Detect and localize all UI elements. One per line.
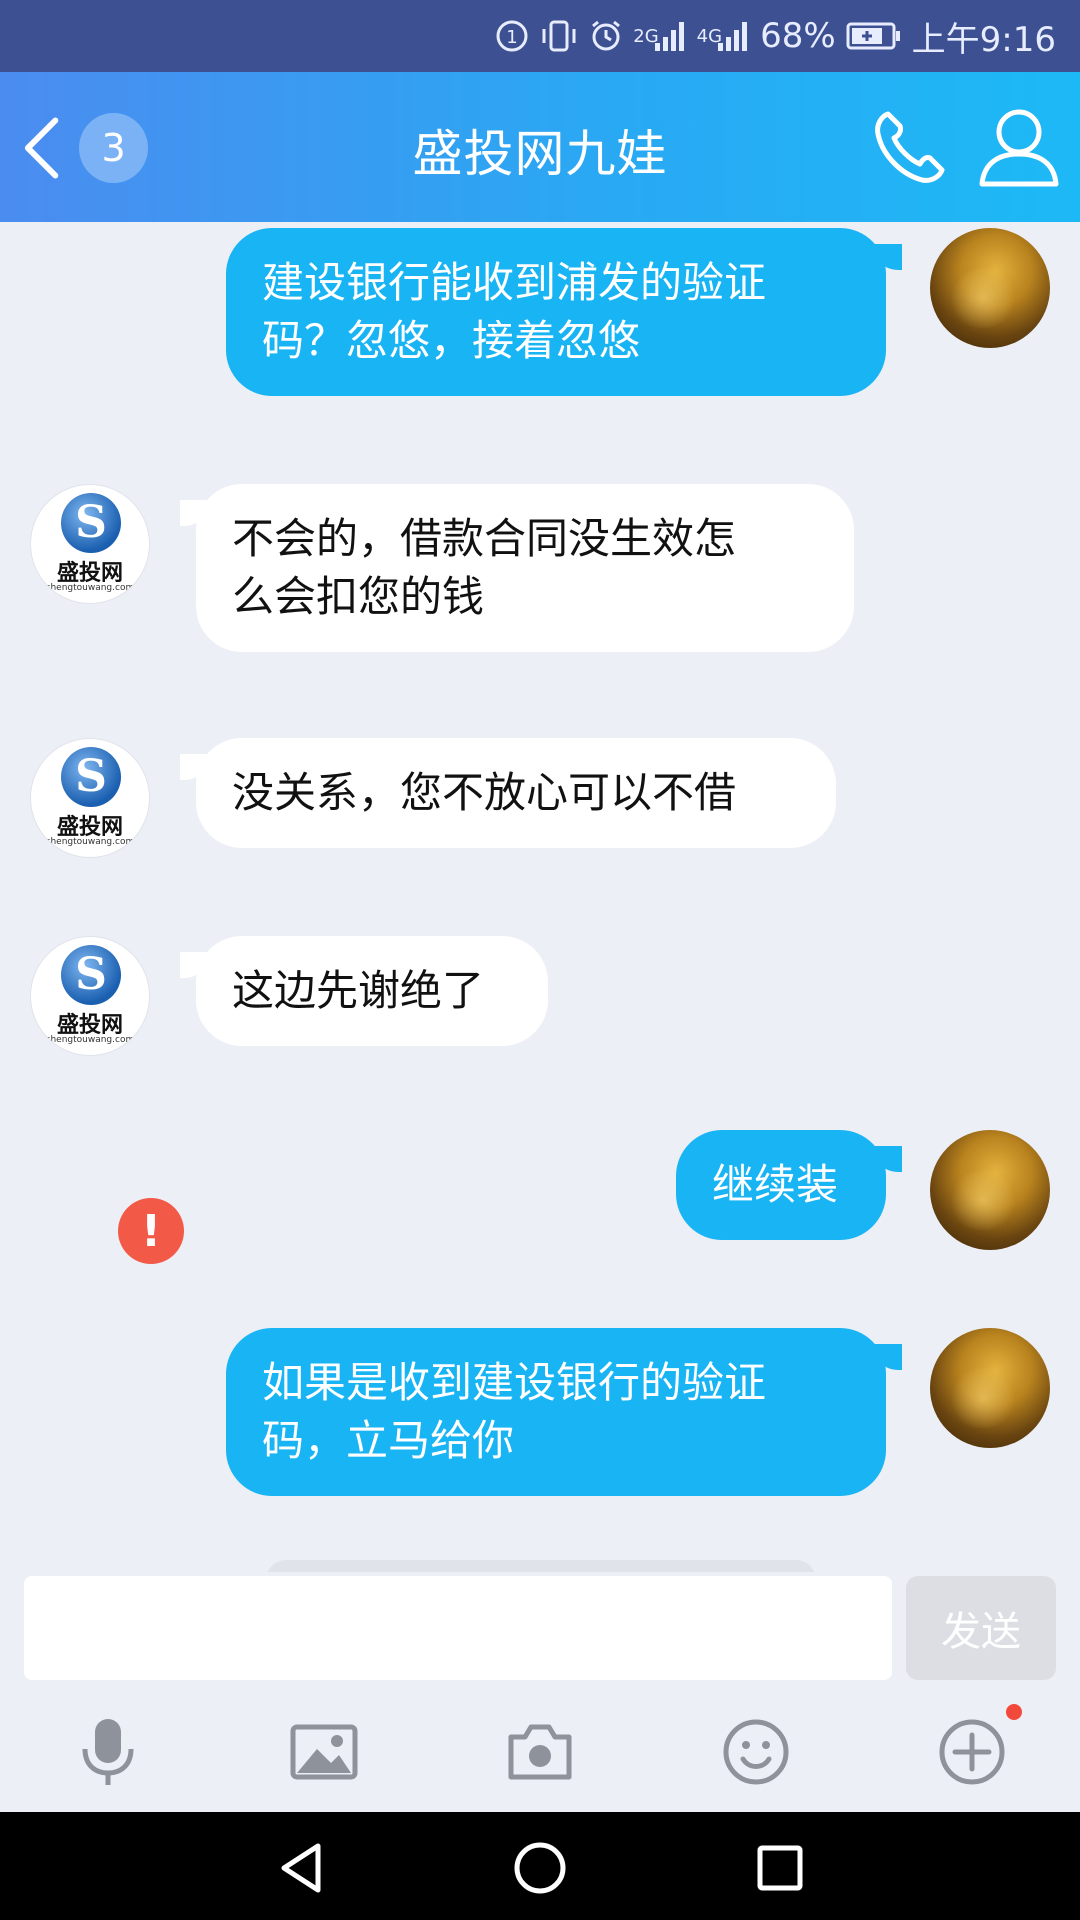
phone-icon xyxy=(875,111,945,183)
image-button[interactable] xyxy=(284,1712,364,1792)
message-bubble-incoming[interactable]: 没关系，您不放心可以不借 xyxy=(196,738,836,848)
alarm-icon xyxy=(589,19,623,53)
message-line: 没关系，您不放心可以不借 xyxy=(232,768,737,817)
contact-avatar[interactable]: 盛投网 shengtouwang.com xyxy=(30,484,150,604)
logo-s-icon xyxy=(61,493,121,553)
call-button[interactable] xyxy=(866,104,952,190)
message-bubble-outgoing[interactable]: 如果是收到建设银行的验证 码，立马给你 xyxy=(226,1328,886,1496)
vibrate-icon xyxy=(539,19,579,53)
battery-percent: 68% xyxy=(760,16,836,56)
logo-s-icon xyxy=(61,747,121,807)
clock-time: 上午9:16 xyxy=(911,19,1056,60)
partially-visible-bubble xyxy=(266,1560,816,1572)
send-button[interactable]: 发送 xyxy=(906,1576,1056,1680)
message-line: 码，立马给你 xyxy=(262,1416,515,1465)
microphone-icon xyxy=(82,1719,134,1785)
message-bubble-incoming[interactable]: 不会的，借款合同没生效怎 么会扣您的钱 xyxy=(196,484,854,652)
my-avatar[interactable] xyxy=(930,1328,1050,1448)
nav-recents-button[interactable] xyxy=(750,1838,810,1898)
contact-avatar[interactable]: 盛投网 shengtouwang.com xyxy=(30,738,150,858)
message-line: 建设银行能收到浦发的验证 xyxy=(262,258,767,307)
status-bar: 1 2G 4G 68% 上午9:16 xyxy=(0,0,1080,72)
plus-icon xyxy=(939,1719,1005,1785)
message-bubble-outgoing[interactable]: 继续装 xyxy=(676,1130,886,1240)
message-input[interactable] xyxy=(24,1576,892,1680)
nav-back-button[interactable] xyxy=(272,1838,332,1898)
message-line: 不会的，借款合同没生效怎 xyxy=(232,514,737,563)
logo-url: shengtouwang.com xyxy=(45,583,135,593)
camera-icon xyxy=(508,1724,572,1780)
chat-header: 3 盛投网九娃 xyxy=(0,72,1080,222)
message-bubble-outgoing[interactable]: 建设银行能收到浦发的验证 码？忽悠，接着忽悠 xyxy=(226,228,886,396)
nav-home-button[interactable] xyxy=(510,1838,570,1898)
voice-button[interactable] xyxy=(68,1712,148,1792)
send-failed-icon[interactable]: ! xyxy=(118,1198,184,1264)
input-bar: 发送 xyxy=(0,1572,1080,1680)
message-line: 么会扣您的钱 xyxy=(232,572,485,621)
svg-text:1: 1 xyxy=(507,27,518,48)
input-toolbar xyxy=(0,1690,1080,1812)
battery-icon xyxy=(846,19,902,53)
status-icons: 1 2G 4G 68% 上午9:16 xyxy=(495,0,1056,72)
notification-dot xyxy=(1006,1704,1022,1720)
square-recents-icon xyxy=(757,1845,803,1891)
logo-url: shengtouwang.com xyxy=(45,837,135,847)
profile-button[interactable] xyxy=(974,104,1064,190)
logo-url: shengtouwang.com xyxy=(45,1035,135,1045)
camera-button[interactable] xyxy=(500,1712,580,1792)
message-bubble-incoming[interactable]: 这边先谢绝了 xyxy=(196,936,548,1046)
emoji-button[interactable] xyxy=(716,1712,796,1792)
message-line: 码？忽悠，接着忽悠 xyxy=(262,316,641,365)
person-icon xyxy=(979,109,1059,187)
message-list[interactable]: 建设银行能收到浦发的验证 码？忽悠，接着忽悠 盛投网 shengtouwang.… xyxy=(0,222,1080,1572)
sim-icon: 1 xyxy=(495,19,529,53)
signal-2g-icon: 2G xyxy=(633,19,686,53)
message-line: 这边先谢绝了 xyxy=(232,966,485,1015)
emoji-icon xyxy=(723,1719,789,1785)
message-line: 继续装 xyxy=(712,1160,839,1209)
triangle-back-icon xyxy=(281,1843,321,1893)
contact-avatar[interactable]: 盛投网 shengtouwang.com xyxy=(30,936,150,1056)
circle-home-icon xyxy=(514,1842,566,1894)
my-avatar[interactable] xyxy=(930,228,1050,348)
message-line: 如果是收到建设银行的验证 xyxy=(262,1358,767,1407)
system-nav-bar xyxy=(0,1812,1080,1920)
signal-4g-icon: 4G xyxy=(697,19,750,53)
more-button[interactable] xyxy=(932,1712,1012,1792)
image-icon xyxy=(290,1724,358,1780)
logo-s-icon xyxy=(61,945,121,1005)
my-avatar[interactable] xyxy=(930,1130,1050,1250)
